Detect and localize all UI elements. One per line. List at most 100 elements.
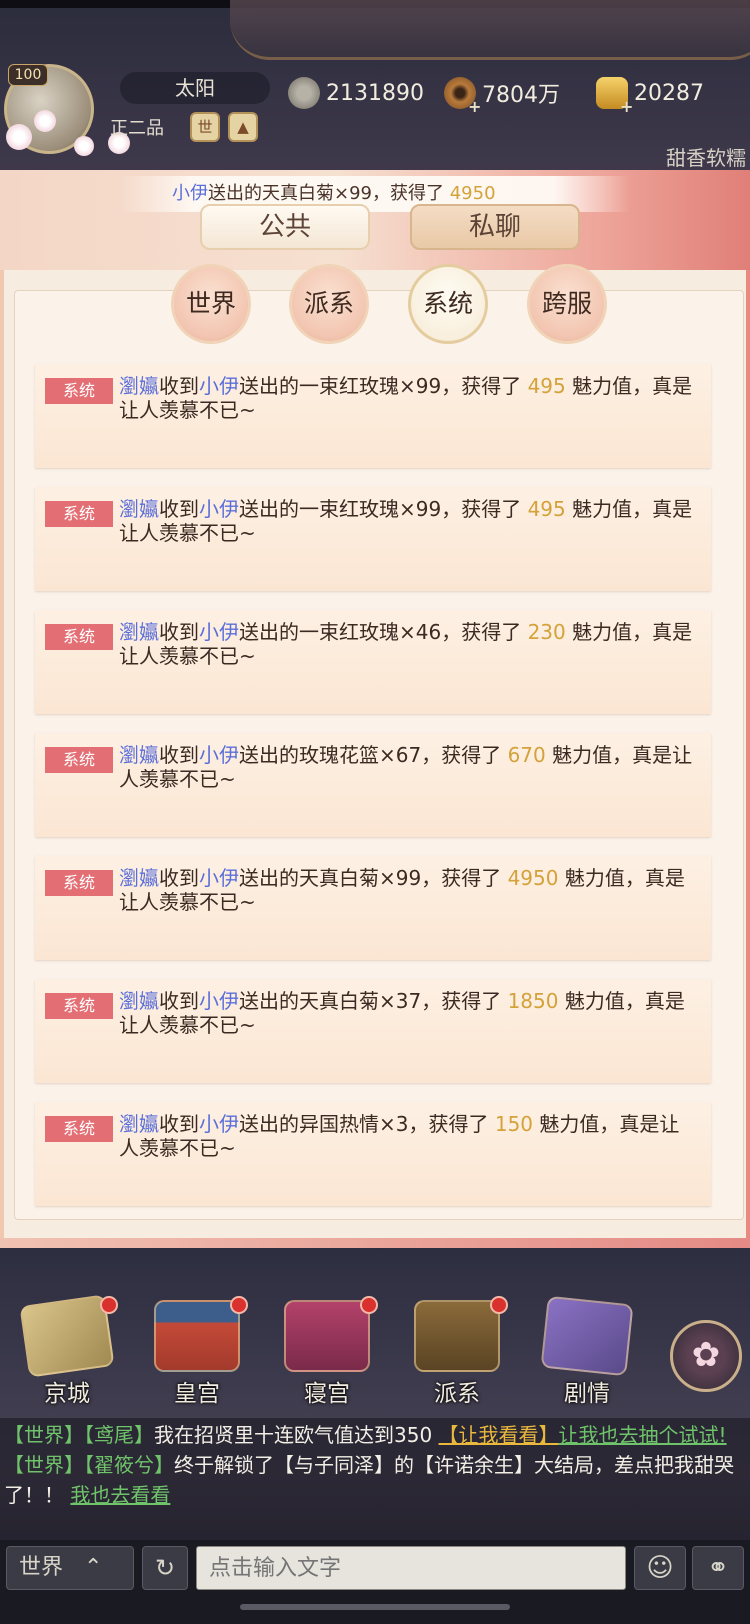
- message-sender[interactable]: 小伊: [199, 866, 239, 890]
- system-message: 系统 瀏㜲收到小伊送出的玫瑰花篮×67，获得了 670 魅力值，真是让人羡慕不已…: [35, 733, 711, 837]
- message-verb: 收到: [159, 1112, 199, 1136]
- ticker-value: 4950: [449, 183, 496, 204]
- charm-value: 670: [507, 743, 546, 767]
- faction-icon: [414, 1300, 500, 1372]
- sakura-menu-button[interactable]: ✿: [670, 1320, 742, 1392]
- ticker-sender[interactable]: 小伊: [172, 183, 208, 204]
- palace-icon: [154, 1300, 240, 1372]
- charm-value: 495: [527, 374, 566, 398]
- feed-link[interactable]: 让我也去抽个试试!: [559, 1423, 727, 1447]
- gold-resource[interactable]: + 20287: [596, 76, 704, 116]
- system-tag: 系统: [45, 501, 113, 527]
- bedchamber-icon: [284, 1300, 370, 1372]
- system-message: 系统 瀏㜲收到小伊送出的天真白菊×99，获得了 4950 魅力值，真是让人羡慕不…: [35, 856, 711, 960]
- nav-label: 派系: [434, 1381, 480, 1407]
- world-chat-feed[interactable]: 【世界】【鸢尾】我在招贤里十连欧气值达到350 【让我看看】让我也去抽个试试! …: [0, 1418, 750, 1546]
- charm-value: 150: [494, 1112, 534, 1136]
- message-recipient[interactable]: 瀏㜲: [119, 374, 159, 398]
- system-tag: 系统: [45, 870, 113, 896]
- coin-resource[interactable]: + 7804万: [444, 76, 560, 116]
- charm-value: 495: [527, 497, 566, 521]
- subtab-faction[interactable]: 派系: [289, 264, 369, 344]
- ticker-text: 送出的天真白菊×99，获得了: [208, 183, 444, 204]
- nav-bedchamber[interactable]: 寝宫: [272, 1296, 382, 1410]
- message-sender[interactable]: 小伊: [199, 743, 239, 767]
- add-coins-icon[interactable]: +: [468, 97, 481, 116]
- blossom-decoration: [74, 136, 94, 156]
- message-body: 送出的天真白菊×37，获得了: [239, 989, 508, 1013]
- blossom-decoration: [6, 124, 32, 150]
- nav-faction[interactable]: 派系: [402, 1296, 512, 1410]
- nav-palace[interactable]: 皇宫: [142, 1296, 252, 1410]
- level-badge: 100: [8, 64, 48, 86]
- blossom-decoration: [34, 110, 56, 132]
- silver-icon: [288, 77, 320, 109]
- message-recipient[interactable]: 瀏㜲: [119, 620, 159, 644]
- system-tag: 系统: [45, 993, 113, 1019]
- tab-public[interactable]: 公共: [200, 204, 370, 250]
- message-recipient[interactable]: 瀏㜲: [119, 989, 159, 1013]
- feed-text: 我在招贤里十连欧气值达到350: [154, 1423, 433, 1447]
- message-sender[interactable]: 小伊: [199, 989, 239, 1013]
- subtab-cross-server[interactable]: 跨服: [527, 264, 607, 344]
- gold-ingot-icon: +: [596, 77, 633, 116]
- story-book-icon: [540, 1295, 634, 1377]
- message-recipient[interactable]: 瀏㜲: [119, 866, 159, 890]
- nav-story[interactable]: 剧情: [532, 1295, 642, 1410]
- notification-dot: [360, 1296, 378, 1314]
- message-body: 送出的一束红玫瑰×99，获得了: [239, 497, 528, 521]
- subtab-system[interactable]: 系统: [408, 264, 488, 344]
- message-body: 送出的玫瑰花篮×67，获得了: [239, 743, 508, 767]
- system-tag: 系统: [45, 624, 113, 650]
- chat-input[interactable]: [196, 1546, 626, 1590]
- message-sender[interactable]: 小伊: [199, 374, 239, 398]
- feed-link[interactable]: 【让我看看】: [439, 1423, 559, 1447]
- notification-dot: [100, 1296, 118, 1314]
- title-button[interactable]: 世: [190, 112, 220, 142]
- history-icon[interactable]: ↻: [142, 1546, 188, 1590]
- system-message: 系统 瀏㜲收到小伊送出的天真白菊×37，获得了 1850 魅力值，真是让人羡慕不…: [35, 979, 711, 1083]
- system-message: 系统 瀏㜲收到小伊送出的一束红玫瑰×46，获得了 230 魅力值，真是让人羡慕不…: [35, 610, 711, 714]
- charm-value: 1850: [507, 989, 559, 1013]
- feed-channel: 【世界】: [4, 1423, 84, 1447]
- message-verb: 收到: [159, 989, 199, 1013]
- nav-label: 剧情: [564, 1381, 610, 1407]
- palace-roof-art: [230, 0, 750, 60]
- emoji-icon[interactable]: ☺: [634, 1546, 686, 1590]
- system-tag: 系统: [45, 378, 113, 404]
- message-sender[interactable]: 小伊: [199, 497, 239, 521]
- feed-line: 【世界】【翟筱兮】终于解锁了【与子同泽】的【许诺余生】大结局，差点把我甜哭了！！…: [4, 1450, 746, 1510]
- feed-line: 【世界】【鸢尾】我在招贤里十连欧气值达到350 【让我看看】让我也去抽个试试!: [4, 1420, 746, 1450]
- silver-resource[interactable]: 2131890: [288, 76, 424, 110]
- feed-link[interactable]: 我也去看看: [70, 1483, 170, 1507]
- channel-select-label: 世界: [19, 1555, 64, 1580]
- microphone-icon[interactable]: ⚭: [692, 1546, 744, 1590]
- nav-capital[interactable]: 京城: [12, 1294, 122, 1410]
- player-name: 太阳: [120, 72, 270, 104]
- tab-private[interactable]: 私聊: [410, 204, 580, 250]
- feed-user[interactable]: 【鸢尾】: [84, 1423, 154, 1447]
- subtab-world[interactable]: 世界: [171, 264, 251, 344]
- message-body: 送出的一束红玫瑰×46，获得了: [239, 620, 528, 644]
- message-body: 送出的一束红玫瑰×99，获得了: [239, 374, 528, 398]
- nav-label: 皇宫: [174, 1381, 220, 1407]
- message-body: 送出的异国热情×3，获得了: [239, 1112, 495, 1136]
- message-recipient[interactable]: 瀏㜲: [119, 743, 159, 767]
- copper-coin-icon: +: [444, 77, 481, 116]
- message-sender[interactable]: 小伊: [199, 1112, 239, 1136]
- charm-value: 230: [527, 620, 566, 644]
- system-tag: 系统: [45, 1116, 113, 1142]
- up-arrow-icon[interactable]: ▲: [228, 112, 258, 142]
- notification-dot: [490, 1296, 508, 1314]
- server-name: 甜香软糯: [666, 146, 746, 170]
- message-body: 送出的天真白菊×99，获得了: [239, 866, 508, 890]
- feed-user[interactable]: 【翟筱兮】: [84, 1453, 174, 1477]
- message-recipient[interactable]: 瀏㜲: [119, 497, 159, 521]
- nav-label: 寝宫: [304, 1381, 350, 1407]
- message-sender[interactable]: 小伊: [199, 620, 239, 644]
- panel-bottom-edge: [0, 1238, 750, 1248]
- message-recipient[interactable]: 瀏㜲: [119, 1112, 159, 1136]
- chevron-up-icon: ⌃: [84, 1555, 103, 1580]
- add-gold-icon[interactable]: +: [620, 97, 633, 116]
- channel-select[interactable]: 世界 ⌃: [6, 1546, 134, 1590]
